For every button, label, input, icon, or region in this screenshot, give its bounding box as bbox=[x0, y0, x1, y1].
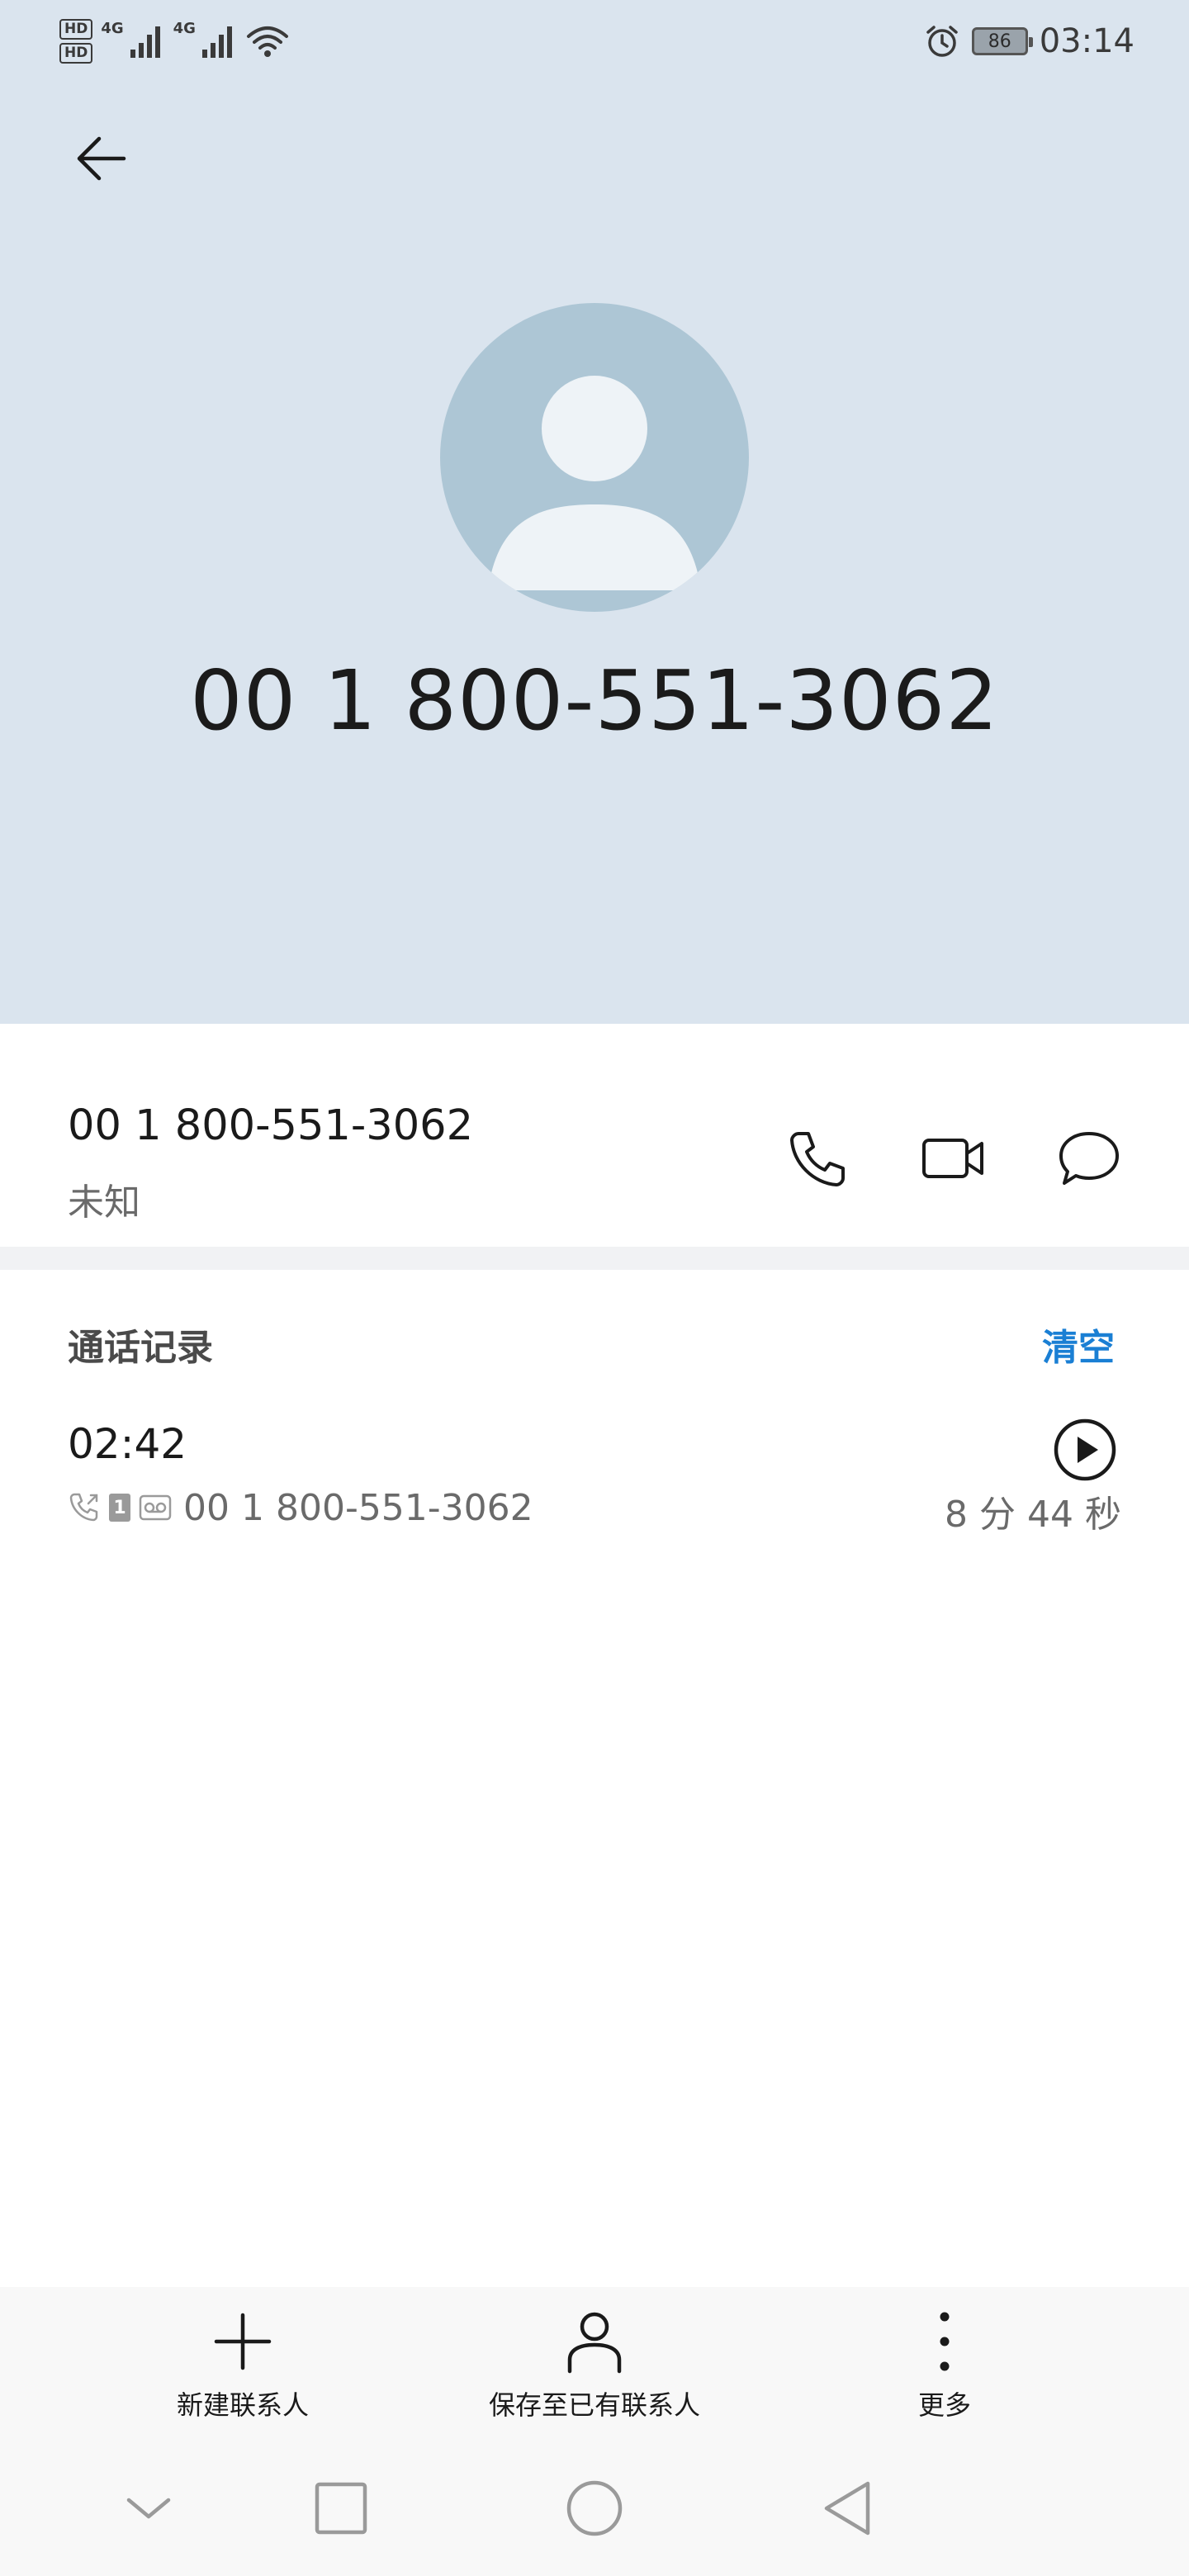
sim-card-icon: 1 bbox=[109, 1494, 130, 1522]
call-log-time: 02:42 bbox=[68, 1420, 187, 1468]
more-vertical-icon bbox=[940, 2312, 950, 2371]
phone-number[interactable]: 00 1 800-551-3062 bbox=[68, 1101, 473, 1150]
network-type-1: 4G bbox=[101, 20, 124, 37]
section-divider bbox=[0, 1247, 1189, 1270]
new-contact-label: 新建联系人 bbox=[176, 2389, 309, 2421]
chevron-down-icon bbox=[126, 2498, 171, 2519]
hd-indicators: HD HD bbox=[59, 19, 93, 64]
status-time: 03:14 bbox=[1039, 22, 1135, 60]
nav-home-button[interactable] bbox=[545, 2467, 644, 2550]
video-call-button[interactable] bbox=[908, 1113, 999, 1204]
signal-icon bbox=[201, 26, 232, 58]
back-button[interactable] bbox=[58, 116, 144, 201]
save-to-existing-contact-label: 保存至已有联系人 bbox=[488, 2389, 700, 2421]
voicemail-icon bbox=[139, 1494, 172, 1521]
number-location: 未知 bbox=[68, 1181, 140, 1224]
more-label: 更多 bbox=[917, 2389, 971, 2421]
wifi-icon bbox=[246, 26, 288, 57]
alarm-icon bbox=[926, 26, 958, 57]
new-contact-button[interactable]: 新建联系人 bbox=[94, 2304, 391, 2436]
save-to-existing-contact-button[interactable]: 保存至已有联系人 bbox=[446, 2304, 743, 2436]
phone-icon bbox=[790, 1132, 845, 1186]
more-button[interactable]: 更多 bbox=[796, 2304, 1093, 2436]
nav-back-button[interactable] bbox=[797, 2467, 896, 2550]
battery-level: 86 bbox=[988, 31, 1011, 52]
status-bar-left: HD HD 4G 4G bbox=[59, 15, 290, 68]
avatar bbox=[440, 303, 749, 612]
status-bar-right: 86 03:14 bbox=[924, 15, 1135, 68]
arrow-left-icon bbox=[77, 136, 126, 181]
video-camera-icon bbox=[922, 1139, 983, 1178]
clear-call-log-button[interactable]: 清空 bbox=[1042, 1318, 1115, 1371]
triangle-back-icon bbox=[824, 2481, 870, 2536]
call-log-number: 00 1 800-551-3062 bbox=[183, 1486, 533, 1529]
call-button[interactable] bbox=[773, 1113, 864, 1204]
hd-badge-1: HD bbox=[59, 19, 93, 40]
play-recording-button[interactable] bbox=[1049, 1413, 1121, 1486]
square-icon bbox=[315, 2482, 367, 2535]
battery-indicator: 86 bbox=[971, 27, 1033, 55]
message-button[interactable] bbox=[1044, 1113, 1135, 1204]
chat-bubble-icon bbox=[1059, 1132, 1119, 1185]
play-icon bbox=[1054, 1418, 1116, 1481]
signal-icon bbox=[130, 26, 160, 58]
circle-icon bbox=[566, 2480, 623, 2536]
plus-icon bbox=[214, 2313, 272, 2370]
contact-header-number: 00 1 800-551-3062 bbox=[190, 652, 999, 749]
nav-hide-button[interactable] bbox=[99, 2467, 198, 2550]
hd-badge-2: HD bbox=[59, 43, 93, 64]
network-type-2: 4G bbox=[173, 20, 196, 37]
call-log-title: 通话记录 bbox=[68, 1327, 213, 1369]
person-silhouette-icon bbox=[488, 376, 701, 590]
call-log-entry[interactable]: 1 00 1 800-551-3062 bbox=[68, 1483, 533, 1532]
call-duration: 8 分 44 秒 bbox=[945, 1494, 1121, 1536]
nav-recents-button[interactable] bbox=[291, 2467, 391, 2550]
outgoing-call-icon bbox=[69, 1493, 98, 1522]
person-icon bbox=[567, 2312, 622, 2374]
